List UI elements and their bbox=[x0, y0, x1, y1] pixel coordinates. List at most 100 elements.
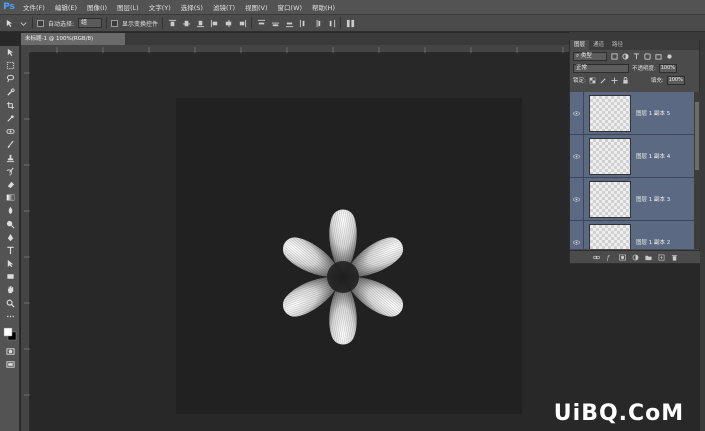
eye-icon[interactable] bbox=[570, 134, 584, 178]
menu-file[interactable]: 文件(F) bbox=[18, 2, 50, 12]
layer-name[interactable]: 图层 1 副本 2 bbox=[636, 238, 670, 246]
align-vcenter-icon[interactable] bbox=[181, 18, 191, 28]
lasso-tool-icon[interactable] bbox=[0, 72, 20, 85]
horizontal-ruler[interactable] bbox=[30, 45, 569, 53]
history-brush-tool-icon[interactable] bbox=[0, 165, 20, 178]
distribute-vcenter-icon[interactable] bbox=[270, 18, 280, 28]
eye-icon[interactable] bbox=[570, 177, 584, 221]
menu-image[interactable]: 图像(I) bbox=[82, 2, 112, 12]
dodge-tool-icon[interactable] bbox=[0, 217, 20, 230]
menu-help[interactable]: 帮助(H) bbox=[307, 2, 340, 12]
move-tool-icon[interactable] bbox=[0, 46, 20, 59]
filter-pixel-icon[interactable] bbox=[610, 52, 618, 60]
distribute-hcenter-icon[interactable] bbox=[312, 18, 322, 28]
auto-align-icon[interactable] bbox=[345, 18, 355, 28]
app-logo: Ps bbox=[3, 2, 15, 12]
new-layer-icon[interactable] bbox=[657, 253, 665, 261]
distribute-right-icon[interactable] bbox=[326, 18, 336, 28]
color-swatches-icon[interactable] bbox=[0, 323, 20, 345]
eye-icon[interactable] bbox=[570, 92, 584, 135]
tab-paths[interactable]: 路径 bbox=[608, 40, 627, 50]
vertical-ruler[interactable] bbox=[21, 53, 30, 431]
crop-tool-icon[interactable] bbox=[0, 99, 20, 112]
layer-row[interactable]: 图层 1 副本 3 bbox=[570, 177, 694, 221]
new-group-icon[interactable] bbox=[644, 253, 652, 261]
document-canvas[interactable] bbox=[176, 98, 522, 414]
menu-layer[interactable]: 图层(L) bbox=[112, 2, 144, 12]
menu-type[interactable]: 文字(Y) bbox=[144, 2, 176, 12]
path-select-tool-icon[interactable] bbox=[0, 257, 20, 270]
layer-thumbnail bbox=[589, 94, 631, 132]
rectangle-tool-icon[interactable] bbox=[0, 270, 20, 283]
link-layers-icon[interactable] bbox=[592, 253, 600, 261]
delete-layer-icon[interactable] bbox=[670, 253, 678, 261]
auto-select-checkbox[interactable] bbox=[37, 19, 44, 27]
chevron-down-icon[interactable] bbox=[18, 18, 28, 28]
distribute-bottom-icon[interactable] bbox=[284, 18, 294, 28]
eye-icon[interactable] bbox=[570, 220, 584, 249]
align-right-icon[interactable] bbox=[237, 18, 247, 28]
align-hcenter-icon[interactable] bbox=[223, 18, 233, 28]
layer-style-icon[interactable]: f bbox=[605, 253, 613, 261]
layer-name[interactable]: 图层 1 副本 5 bbox=[636, 109, 670, 117]
filter-row: ⌕ 类型 bbox=[570, 50, 699, 62]
pen-tool-icon[interactable] bbox=[0, 231, 20, 244]
hand-tool-icon[interactable] bbox=[0, 283, 20, 296]
menu-select[interactable]: 选择(S) bbox=[176, 2, 208, 12]
filter-shape-icon[interactable] bbox=[643, 52, 651, 60]
align-bottom-icon[interactable] bbox=[195, 18, 205, 28]
lock-all-icon[interactable] bbox=[622, 76, 630, 84]
menu-filter[interactable]: 滤镜(T) bbox=[208, 2, 240, 12]
document-tab[interactable]: 未标题-1 @ 100%(RGB/8) bbox=[21, 33, 125, 45]
layer-row[interactable]: 图层 1 副本 4 bbox=[570, 134, 694, 178]
panel-dock-header bbox=[569, 32, 700, 40]
blur-tool-icon[interactable] bbox=[0, 204, 20, 217]
menu-edit[interactable]: 编辑(E) bbox=[50, 2, 82, 12]
healing-brush-tool-icon[interactable] bbox=[0, 125, 20, 138]
layer-row[interactable]: 图层 1 副本 2 bbox=[570, 220, 694, 249]
show-transform-checkbox[interactable] bbox=[111, 19, 119, 27]
filter-toggle-icon[interactable] bbox=[665, 52, 673, 60]
kind-filter-dropdown[interactable]: ⌕ 类型 bbox=[573, 51, 607, 61]
tab-channels[interactable]: 通道 bbox=[589, 40, 608, 50]
menu-view[interactable]: 视图(V) bbox=[240, 2, 273, 12]
brush-tool-icon[interactable] bbox=[0, 138, 20, 151]
blend-mode-dropdown[interactable]: 正常 bbox=[573, 63, 629, 73]
tab-layers[interactable]: 图层 bbox=[570, 40, 590, 50]
auto-select-dropdown[interactable]: 组 bbox=[78, 18, 103, 28]
gradient-tool-icon[interactable] bbox=[0, 191, 20, 204]
lock-transparent-icon[interactable] bbox=[589, 76, 597, 84]
filter-type-icon[interactable] bbox=[632, 52, 640, 60]
marquee-tool-icon[interactable] bbox=[0, 59, 20, 72]
quick-select-tool-icon[interactable] bbox=[0, 86, 20, 99]
type-tool-icon[interactable] bbox=[0, 244, 20, 257]
eraser-tool-icon[interactable] bbox=[0, 178, 20, 191]
eyedropper-tool-icon[interactable] bbox=[0, 112, 20, 125]
distribute-top-icon[interactable] bbox=[256, 18, 266, 28]
align-left-icon[interactable] bbox=[209, 18, 219, 28]
lock-position-icon[interactable] bbox=[611, 76, 619, 84]
layer-name[interactable]: 图层 1 副本 3 bbox=[636, 195, 670, 203]
fill-input[interactable]: 100% bbox=[666, 75, 685, 85]
more-tools-icon[interactable] bbox=[0, 310, 20, 323]
scrollbar-thumb[interactable] bbox=[695, 102, 699, 170]
screen-mode-icon[interactable] bbox=[0, 358, 20, 371]
align-top-icon[interactable] bbox=[167, 18, 177, 28]
zoom-tool-icon[interactable] bbox=[0, 297, 20, 310]
layer-mask-icon[interactable] bbox=[618, 253, 626, 261]
distribute-left-icon[interactable] bbox=[298, 18, 308, 28]
layer-row[interactable]: 图层 1 副本 5 bbox=[570, 92, 694, 135]
panel-collapse-strip[interactable] bbox=[700, 32, 705, 431]
clone-stamp-tool-icon[interactable] bbox=[0, 152, 20, 165]
opacity-input[interactable]: 100% bbox=[658, 63, 677, 73]
layer-name[interactable]: 图层 1 副本 4 bbox=[636, 152, 670, 160]
adjustment-layer-icon[interactable] bbox=[631, 253, 639, 261]
quick-mask-icon[interactable] bbox=[0, 345, 20, 358]
filter-adjustment-icon[interactable] bbox=[621, 52, 629, 60]
filter-smart-object-icon[interactable] bbox=[654, 52, 662, 60]
lock-pixels-icon[interactable] bbox=[600, 76, 608, 84]
move-tool-icon[interactable] bbox=[4, 18, 14, 28]
canvas-workspace[interactable] bbox=[30, 53, 569, 431]
photoshop-window: Ps 文件(F) 编辑(E) 图像(I) 图层(L) 文字(Y) 选择(S) 滤… bbox=[0, 0, 705, 431]
menu-window[interactable]: 窗口(W) bbox=[273, 2, 308, 12]
